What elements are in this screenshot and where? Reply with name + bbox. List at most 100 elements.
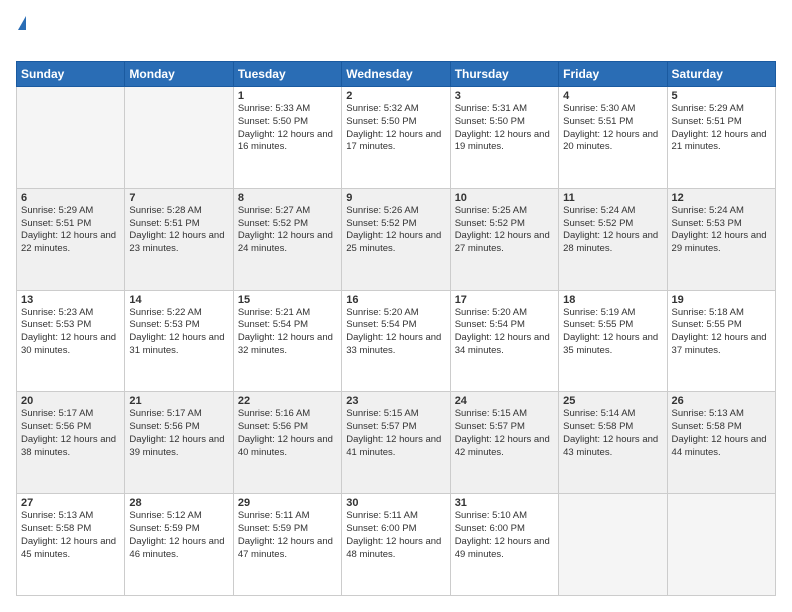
- calendar-cell: 2Sunrise: 5:32 AMSunset: 5:50 PMDaylight…: [342, 87, 450, 189]
- day-number: 20: [21, 395, 120, 407]
- calendar-cell: 28Sunrise: 5:12 AMSunset: 5:59 PMDayligh…: [125, 494, 233, 596]
- day-number: 14: [129, 294, 228, 306]
- calendar-cell: 14Sunrise: 5:22 AMSunset: 5:53 PMDayligh…: [125, 290, 233, 392]
- calendar-week-2: 13Sunrise: 5:23 AMSunset: 5:53 PMDayligh…: [17, 290, 776, 392]
- logo-blue-text: [16, 30, 18, 51]
- calendar-cell: 18Sunrise: 5:19 AMSunset: 5:55 PMDayligh…: [559, 290, 667, 392]
- day-info: Sunrise: 5:24 AMSunset: 5:52 PMDaylight:…: [563, 205, 662, 256]
- calendar-cell: 11Sunrise: 5:24 AMSunset: 5:52 PMDayligh…: [559, 188, 667, 290]
- day-info: Sunrise: 5:15 AMSunset: 5:57 PMDaylight:…: [346, 408, 445, 459]
- calendar-cell: [559, 494, 667, 596]
- calendar-cell: 10Sunrise: 5:25 AMSunset: 5:52 PMDayligh…: [450, 188, 558, 290]
- calendar-cell: 13Sunrise: 5:23 AMSunset: 5:53 PMDayligh…: [17, 290, 125, 392]
- calendar-week-4: 27Sunrise: 5:13 AMSunset: 5:58 PMDayligh…: [17, 494, 776, 596]
- day-info: Sunrise: 5:29 AMSunset: 5:51 PMDaylight:…: [672, 103, 771, 154]
- calendar-cell: [17, 87, 125, 189]
- day-number: 29: [238, 497, 337, 509]
- day-number: 3: [455, 90, 554, 102]
- day-info: Sunrise: 5:16 AMSunset: 5:56 PMDaylight:…: [238, 408, 337, 459]
- calendar-cell: 17Sunrise: 5:20 AMSunset: 5:54 PMDayligh…: [450, 290, 558, 392]
- day-info: Sunrise: 5:11 AMSunset: 6:00 PMDaylight:…: [346, 510, 445, 561]
- day-of-week-thursday: Thursday: [450, 62, 558, 87]
- calendar-cell: 15Sunrise: 5:21 AMSunset: 5:54 PMDayligh…: [233, 290, 341, 392]
- day-number: 10: [455, 192, 554, 204]
- calendar-cell: 24Sunrise: 5:15 AMSunset: 5:57 PMDayligh…: [450, 392, 558, 494]
- calendar-cell: 3Sunrise: 5:31 AMSunset: 5:50 PMDaylight…: [450, 87, 558, 189]
- day-number: 22: [238, 395, 337, 407]
- calendar-cell: 20Sunrise: 5:17 AMSunset: 5:56 PMDayligh…: [17, 392, 125, 494]
- calendar-cell: 4Sunrise: 5:30 AMSunset: 5:51 PMDaylight…: [559, 87, 667, 189]
- logo-text: [16, 16, 28, 30]
- day-number: 31: [455, 497, 554, 509]
- day-number: 9: [346, 192, 445, 204]
- day-number: 8: [238, 192, 337, 204]
- day-info: Sunrise: 5:21 AMSunset: 5:54 PMDaylight:…: [238, 307, 337, 358]
- day-number: 5: [672, 90, 771, 102]
- calendar-cell: 19Sunrise: 5:18 AMSunset: 5:55 PMDayligh…: [667, 290, 775, 392]
- day-info: Sunrise: 5:31 AMSunset: 5:50 PMDaylight:…: [455, 103, 554, 154]
- calendar-cell: 29Sunrise: 5:11 AMSunset: 5:59 PMDayligh…: [233, 494, 341, 596]
- calendar-week-0: 1Sunrise: 5:33 AMSunset: 5:50 PMDaylight…: [17, 87, 776, 189]
- header: [16, 16, 776, 51]
- day-info: Sunrise: 5:20 AMSunset: 5:54 PMDaylight:…: [346, 307, 445, 358]
- day-info: Sunrise: 5:10 AMSunset: 6:00 PMDaylight:…: [455, 510, 554, 561]
- day-of-week-saturday: Saturday: [667, 62, 775, 87]
- calendar-cell: 25Sunrise: 5:14 AMSunset: 5:58 PMDayligh…: [559, 392, 667, 494]
- day-info: Sunrise: 5:26 AMSunset: 5:52 PMDaylight:…: [346, 205, 445, 256]
- day-number: 4: [563, 90, 662, 102]
- day-info: Sunrise: 5:23 AMSunset: 5:53 PMDaylight:…: [21, 307, 120, 358]
- calendar-table: SundayMondayTuesdayWednesdayThursdayFrid…: [16, 61, 776, 596]
- day-number: 30: [346, 497, 445, 509]
- calendar-cell: [125, 87, 233, 189]
- calendar-cell: 22Sunrise: 5:16 AMSunset: 5:56 PMDayligh…: [233, 392, 341, 494]
- day-number: 11: [563, 192, 662, 204]
- logo-triangle-icon: [18, 16, 26, 30]
- day-number: 28: [129, 497, 228, 509]
- calendar-header-row: SundayMondayTuesdayWednesdayThursdayFrid…: [17, 62, 776, 87]
- day-info: Sunrise: 5:19 AMSunset: 5:55 PMDaylight:…: [563, 307, 662, 358]
- calendar-week-1: 6Sunrise: 5:29 AMSunset: 5:51 PMDaylight…: [17, 188, 776, 290]
- day-number: 16: [346, 294, 445, 306]
- day-of-week-tuesday: Tuesday: [233, 62, 341, 87]
- day-number: 26: [672, 395, 771, 407]
- day-of-week-sunday: Sunday: [17, 62, 125, 87]
- day-number: 13: [21, 294, 120, 306]
- day-info: Sunrise: 5:25 AMSunset: 5:52 PMDaylight:…: [455, 205, 554, 256]
- day-info: Sunrise: 5:20 AMSunset: 5:54 PMDaylight:…: [455, 307, 554, 358]
- day-number: 2: [346, 90, 445, 102]
- calendar-cell: 31Sunrise: 5:10 AMSunset: 6:00 PMDayligh…: [450, 494, 558, 596]
- day-number: 12: [672, 192, 771, 204]
- day-number: 24: [455, 395, 554, 407]
- day-info: Sunrise: 5:12 AMSunset: 5:59 PMDaylight:…: [129, 510, 228, 561]
- day-number: 7: [129, 192, 228, 204]
- calendar-cell: 5Sunrise: 5:29 AMSunset: 5:51 PMDaylight…: [667, 87, 775, 189]
- day-info: Sunrise: 5:29 AMSunset: 5:51 PMDaylight:…: [21, 205, 120, 256]
- day-info: Sunrise: 5:17 AMSunset: 5:56 PMDaylight:…: [21, 408, 120, 459]
- day-number: 19: [672, 294, 771, 306]
- day-number: 17: [455, 294, 554, 306]
- calendar-cell: 21Sunrise: 5:17 AMSunset: 5:56 PMDayligh…: [125, 392, 233, 494]
- day-number: 18: [563, 294, 662, 306]
- day-number: 25: [563, 395, 662, 407]
- day-of-week-wednesday: Wednesday: [342, 62, 450, 87]
- calendar-cell: 1Sunrise: 5:33 AMSunset: 5:50 PMDaylight…: [233, 87, 341, 189]
- calendar-cell: 9Sunrise: 5:26 AMSunset: 5:52 PMDaylight…: [342, 188, 450, 290]
- day-info: Sunrise: 5:14 AMSunset: 5:58 PMDaylight:…: [563, 408, 662, 459]
- day-number: 27: [21, 497, 120, 509]
- day-info: Sunrise: 5:11 AMSunset: 5:59 PMDaylight:…: [238, 510, 337, 561]
- day-info: Sunrise: 5:30 AMSunset: 5:51 PMDaylight:…: [563, 103, 662, 154]
- day-info: Sunrise: 5:18 AMSunset: 5:55 PMDaylight:…: [672, 307, 771, 358]
- day-info: Sunrise: 5:27 AMSunset: 5:52 PMDaylight:…: [238, 205, 337, 256]
- day-info: Sunrise: 5:17 AMSunset: 5:56 PMDaylight:…: [129, 408, 228, 459]
- day-of-week-friday: Friday: [559, 62, 667, 87]
- day-number: 1: [238, 90, 337, 102]
- calendar-cell: 6Sunrise: 5:29 AMSunset: 5:51 PMDaylight…: [17, 188, 125, 290]
- calendar-cell: 27Sunrise: 5:13 AMSunset: 5:58 PMDayligh…: [17, 494, 125, 596]
- day-info: Sunrise: 5:13 AMSunset: 5:58 PMDaylight:…: [672, 408, 771, 459]
- calendar-cell: [667, 494, 775, 596]
- calendar-cell: 8Sunrise: 5:27 AMSunset: 5:52 PMDaylight…: [233, 188, 341, 290]
- day-info: Sunrise: 5:22 AMSunset: 5:53 PMDaylight:…: [129, 307, 228, 358]
- day-info: Sunrise: 5:15 AMSunset: 5:57 PMDaylight:…: [455, 408, 554, 459]
- day-info: Sunrise: 5:24 AMSunset: 5:53 PMDaylight:…: [672, 205, 771, 256]
- day-of-week-monday: Monday: [125, 62, 233, 87]
